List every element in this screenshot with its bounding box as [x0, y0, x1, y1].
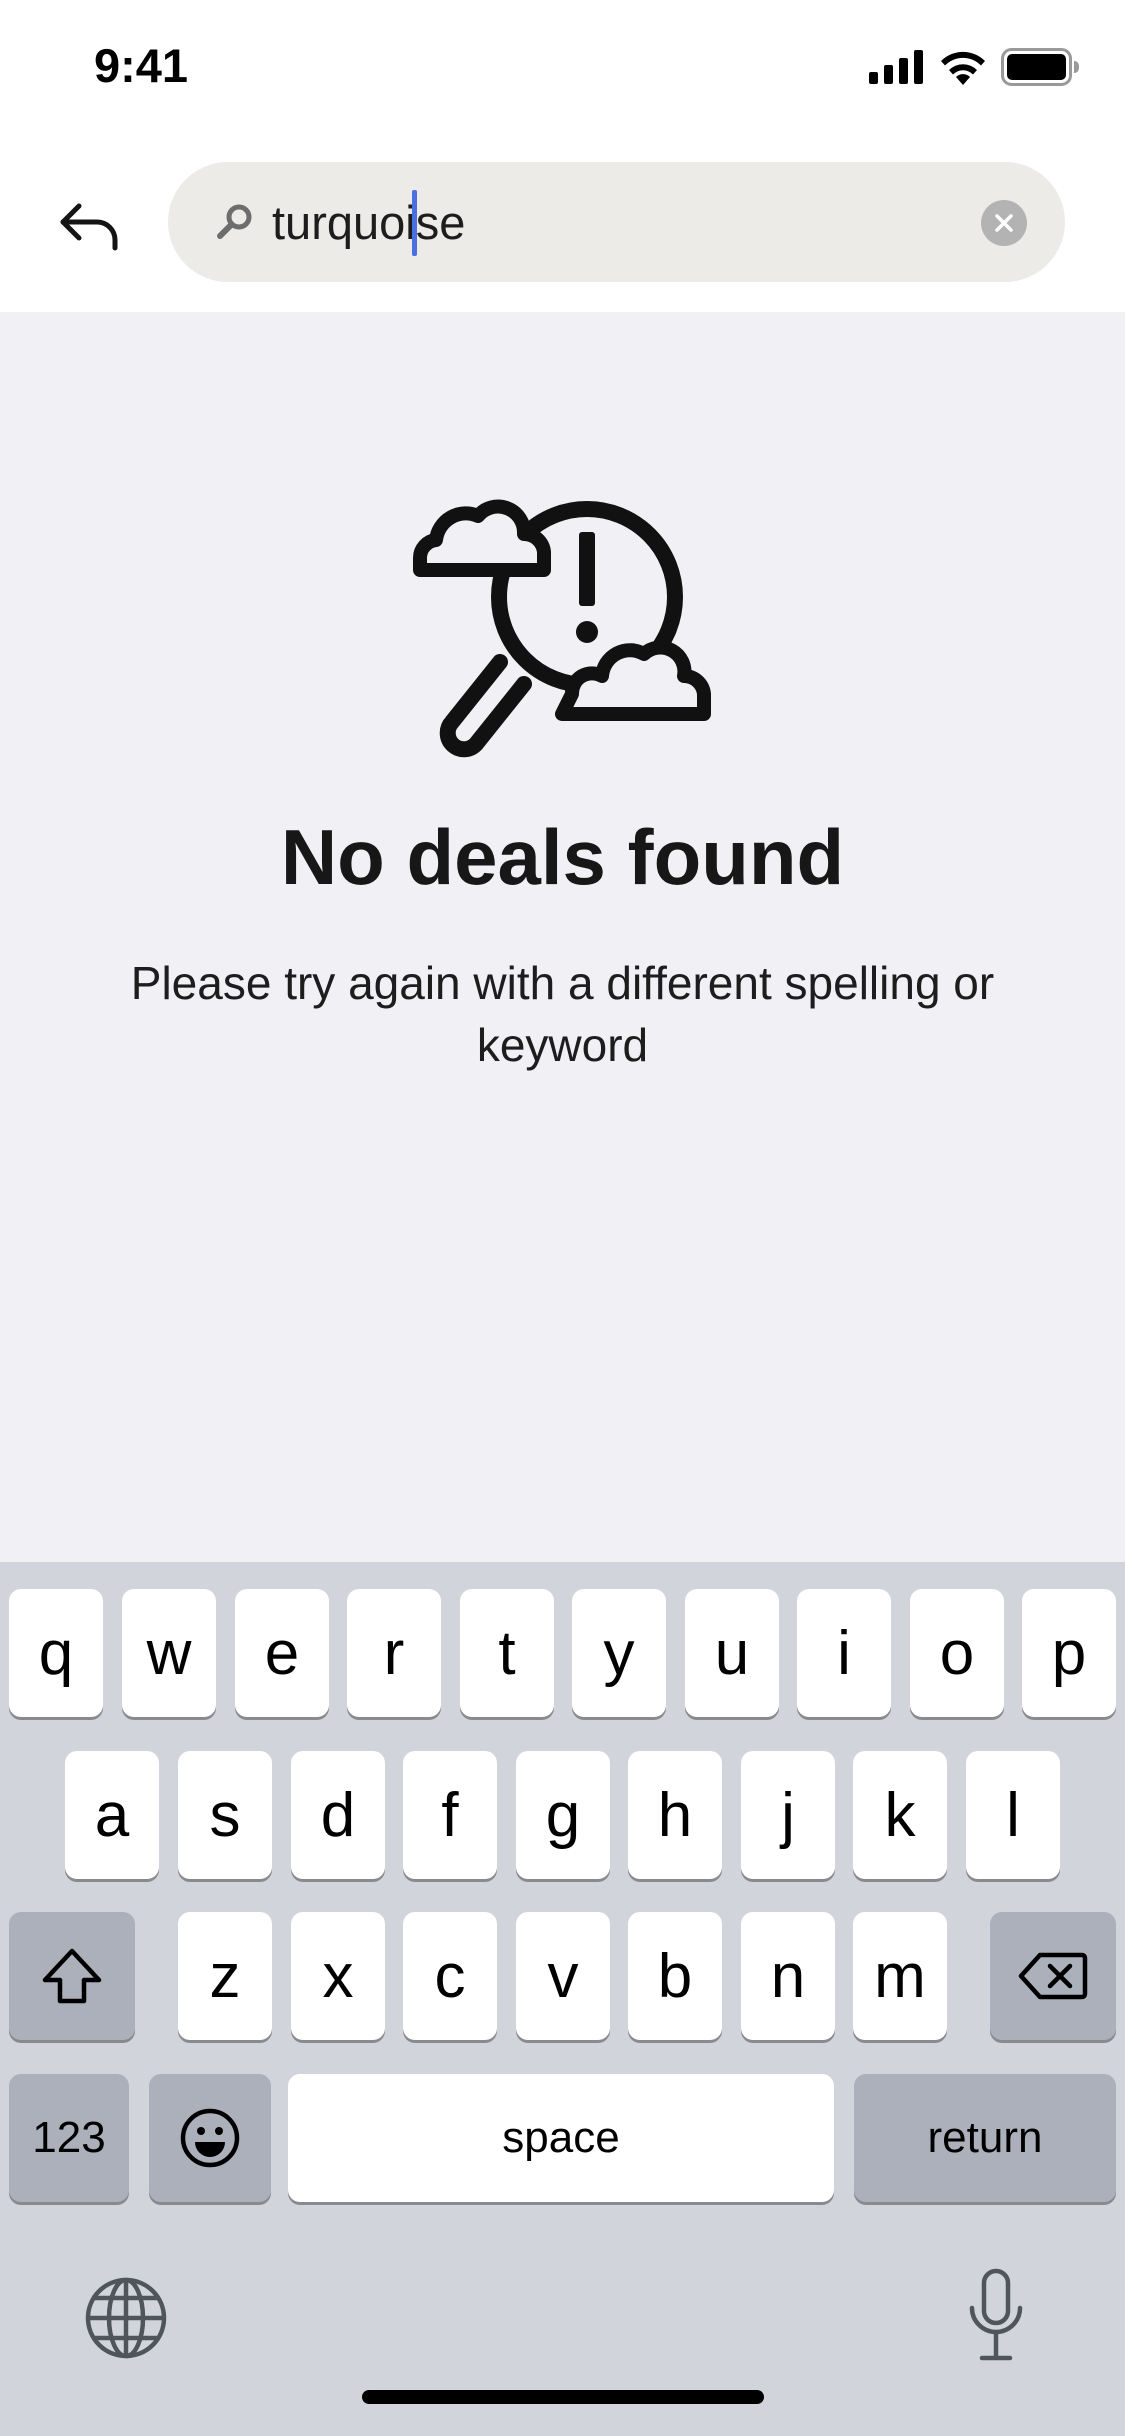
key-x[interactable]: x [291, 1912, 385, 2040]
key-z[interactable]: z [178, 1912, 272, 2040]
shift-icon [42, 1948, 102, 2004]
search-header [0, 140, 1125, 312]
keyboard: q w e r t y u i o p a s d f g h j k l z … [0, 1562, 1125, 2436]
numbers-key[interactable]: 123 [9, 2074, 129, 2202]
backspace-icon [1018, 1952, 1088, 2000]
key-o[interactable]: o [910, 1589, 1004, 1717]
key-w[interactable]: w [122, 1589, 216, 1717]
status-icons [869, 48, 1081, 86]
search-alert-icon [412, 499, 711, 758]
empty-state-message: Please try again with a different spelli… [130, 957, 995, 1071]
key-c[interactable]: c [403, 1912, 497, 2040]
status-time: 9:41 [94, 39, 189, 92]
clear-search-button[interactable] [981, 200, 1027, 246]
key-f[interactable]: f [403, 1751, 497, 1879]
cellular-signal-icon [869, 50, 923, 84]
space-key[interactable]: space [288, 2074, 834, 2202]
key-g[interactable]: g [516, 1751, 610, 1879]
key-r[interactable]: r [347, 1589, 441, 1717]
key-s[interactable]: s [178, 1751, 272, 1879]
key-b[interactable]: b [628, 1912, 722, 2040]
key-j[interactable]: j [741, 1751, 835, 1879]
search-box[interactable] [168, 162, 1065, 282]
key-d[interactable]: d [291, 1751, 385, 1879]
key-l[interactable]: l [966, 1751, 1060, 1879]
empty-state-title: No deals found [280, 813, 845, 901]
home-indicator [362, 2390, 764, 2404]
emoji-key[interactable] [149, 2074, 271, 2202]
key-u[interactable]: u [685, 1589, 779, 1717]
key-v[interactable]: v [516, 1912, 610, 2040]
search-icon [217, 204, 252, 239]
key-t[interactable]: t [460, 1589, 554, 1717]
emoji-icon [180, 2108, 240, 2168]
microphone-icon[interactable] [966, 2268, 1026, 2364]
key-q[interactable]: q [9, 1589, 103, 1717]
key-m[interactable]: m [853, 1912, 947, 2040]
text-cursor [412, 190, 417, 256]
key-a[interactable]: a [65, 1751, 159, 1879]
key-y[interactable]: y [572, 1589, 666, 1717]
key-p[interactable]: p [1022, 1589, 1116, 1717]
delete-key[interactable] [990, 1912, 1116, 2040]
key-e[interactable]: e [235, 1589, 329, 1717]
shift-key[interactable] [9, 1912, 135, 2040]
key-k[interactable]: k [853, 1751, 947, 1879]
key-h[interactable]: h [628, 1751, 722, 1879]
wifi-icon [941, 51, 985, 85]
globe-icon[interactable] [84, 2276, 168, 2360]
search-input[interactable] [272, 186, 952, 258]
return-key[interactable]: return [854, 2074, 1116, 2202]
back-arrow-icon [60, 203, 118, 251]
clear-icon [995, 214, 1013, 232]
back-button[interactable] [50, 192, 130, 262]
key-i[interactable]: i [797, 1589, 891, 1717]
battery-icon [1001, 48, 1079, 86]
status-bar: 9:41 [0, 0, 1125, 140]
empty-state: No deals found Please try again with a d… [0, 312, 1125, 1562]
screen: 9:41 turquoise No deals found Please try… [0, 0, 1125, 2436]
key-n[interactable]: n [741, 1912, 835, 2040]
